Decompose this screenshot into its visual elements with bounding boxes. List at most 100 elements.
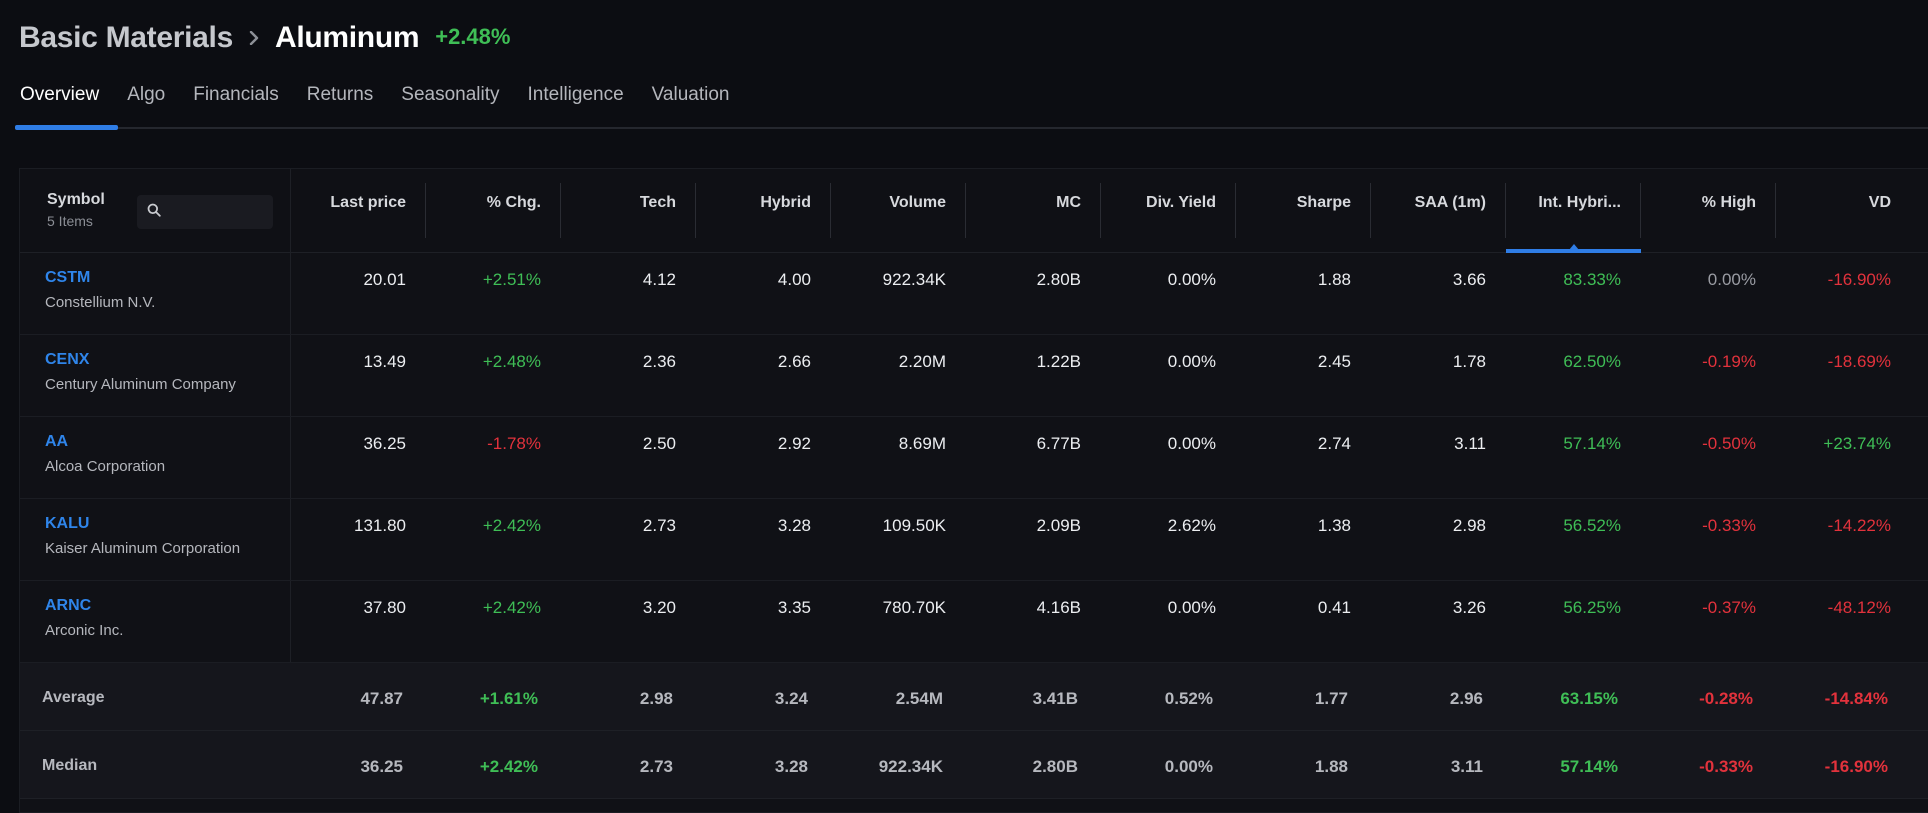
summary-row-average: Average 47.87 +1.61% 2.98 3.24 2.54M 3.41B 0.52… <box>20 663 1928 731</box>
breadcrumb: Basic Materials Aluminum +2.48% <box>19 18 510 58</box>
symbol-cell: ARNC Arconic Inc. <box>20 581 291 662</box>
table-cell: -0.33% <box>1702 516 1756 535</box>
table-row[interactable]: CSTM Constellium N.V. 20.01 +2.51% 4.12 4.00 9… <box>20 253 1928 335</box>
industry-table: Symbol 5 Items Last price % Chg. Tech Hybri… <box>19 168 1928 813</box>
table-row[interactable]: KALU Kaiser Aluminum Corporation 131.80 +2.… <box>20 499 1928 581</box>
company-name: Kaiser Aluminum Corporation <box>45 540 241 557</box>
tab-returns[interactable]: Returns <box>302 80 393 127</box>
table-cell: +2.42% <box>482 598 541 617</box>
company-name: Arconic Inc. <box>45 622 124 639</box>
table-cell: 2.66 <box>777 352 811 371</box>
table-cell: 3.20 <box>642 598 676 617</box>
summary-cell: 47.87 <box>360 689 403 708</box>
table-cell: 1.38 <box>1317 516 1351 535</box>
summary-cell: +1.61% <box>479 689 538 708</box>
search-input[interactable] <box>168 204 259 220</box>
summary-cell: 63.15% <box>1560 689 1618 708</box>
column-header-sharpe[interactable]: Sharpe <box>1236 169 1371 252</box>
sort-indicator-icon <box>1568 244 1579 250</box>
table-cell: -0.50% <box>1702 434 1756 453</box>
breadcrumb-parent[interactable]: Basic Materials <box>19 21 233 55</box>
tab-intelligence[interactable]: Intelligence <box>523 80 643 127</box>
table-cell: 2.92 <box>777 434 811 453</box>
table-row[interactable]: AA Alcoa Corporation 36.25 -1.78% 2.50 2.92 8.… <box>20 417 1928 499</box>
table-row[interactable]: CENX Century Aluminum Company 13.49 +2.48% 2… <box>20 335 1928 417</box>
table-cell: 62.50% <box>1563 352 1621 371</box>
summary-cell: +2.42% <box>479 757 538 776</box>
column-header-saa-1m[interactable]: SAA (1m) <box>1371 169 1506 252</box>
summary-label: Median <box>42 757 98 774</box>
tab-financials[interactable]: Financials <box>188 80 298 127</box>
table-cell: +2.51% <box>482 270 541 289</box>
symbol-header-label[interactable]: Symbol <box>47 191 105 209</box>
column-header-last-price[interactable]: Last price <box>291 169 426 252</box>
column-header-label: % High <box>1701 194 1756 211</box>
symbol-cell: KALU Kaiser Aluminum Corporation <box>20 499 291 580</box>
summary-cell: 3.28 <box>774 757 808 776</box>
table-cell: 0.00% <box>1167 270 1216 289</box>
table-cell: 2.73 <box>642 516 676 535</box>
column-header--chg[interactable]: % Chg. <box>426 169 561 252</box>
symbol-column-header: Symbol 5 Items <box>20 169 291 252</box>
ticker-link[interactable]: KALU <box>45 515 290 533</box>
column-header-label: % Chg. <box>486 194 541 211</box>
tab-valuation[interactable]: Valuation <box>647 80 749 127</box>
industry-change: +2.48% <box>435 24 511 49</box>
column-header-mc[interactable]: MC <box>966 169 1101 252</box>
table-cell: -16.90% <box>1827 270 1891 289</box>
summary-label: Average <box>42 689 105 706</box>
table-cell: 2.45 <box>1317 352 1351 371</box>
table-cell: 2.98 <box>1452 516 1486 535</box>
table-cell: 0.00% <box>1167 434 1216 453</box>
table-cell: 20.01 <box>363 270 406 289</box>
column-header-label: Div. Yield <box>1146 194 1216 211</box>
column-header-tech[interactable]: Tech <box>561 169 696 252</box>
table-cell: -14.22% <box>1827 516 1891 535</box>
chevron-right-icon <box>239 23 269 53</box>
table-row[interactable]: ARNC Arconic Inc. 37.80 +2.42% 3.20 3.35 780.7… <box>20 581 1928 663</box>
column-header-int-hybri[interactable]: Int. Hybri... <box>1506 169 1641 253</box>
ticker-link[interactable]: AA <box>45 433 290 451</box>
item-count: 5 Items <box>47 213 93 229</box>
table-cell: 2.36 <box>642 352 676 371</box>
summary-cell: 2.73 <box>639 757 673 776</box>
tab-seasonality[interactable]: Seasonality <box>396 80 518 127</box>
table-cell: 83.33% <box>1563 270 1621 289</box>
search-icon <box>147 203 161 222</box>
table-cell: 36.25 <box>363 434 406 453</box>
ticker-link[interactable]: CENX <box>45 351 290 369</box>
table-cell: 2.20M <box>898 352 946 371</box>
table-cell: -0.19% <box>1702 352 1756 371</box>
table-cell: 2.80B <box>1036 270 1081 289</box>
column-header-hybrid[interactable]: Hybrid <box>696 169 831 252</box>
search-box[interactable] <box>136 195 273 229</box>
summary-cell: 57.14% <box>1560 757 1618 776</box>
summary-cell: -16.90% <box>1824 757 1888 776</box>
table-cell: 3.66 <box>1452 270 1486 289</box>
column-header-div-yield[interactable]: Div. Yield <box>1101 169 1236 252</box>
column-header-vd[interactable]: VD <box>1776 169 1911 252</box>
column-header-volume[interactable]: Volume <box>831 169 966 252</box>
table-cell: 3.28 <box>777 516 811 535</box>
table-cell: 0.00% <box>1707 270 1756 289</box>
table-cell: 1.22B <box>1036 352 1081 371</box>
ticker-link[interactable]: ARNC <box>45 597 290 615</box>
table-cell: 4.00 <box>777 270 811 289</box>
column-header-label: Sharpe <box>1296 194 1351 211</box>
summary-cell: 0.00% <box>1164 757 1213 776</box>
summary-cell: 1.77 <box>1314 689 1348 708</box>
symbol-cell: CSTM Constellium N.V. <box>20 253 291 334</box>
tab-overview[interactable]: Overview <box>15 80 119 130</box>
table-cell: -18.69% <box>1827 352 1891 371</box>
company-name: Century Aluminum Company <box>45 376 236 393</box>
table-cell: 2.74 <box>1317 434 1351 453</box>
ticker-link[interactable]: CSTM <box>45 269 290 287</box>
summary-cell: 3.24 <box>774 689 808 708</box>
column-header-label: Int. Hybri... <box>1538 194 1621 211</box>
tab-algo[interactable]: Algo <box>122 80 184 127</box>
column-header--high[interactable]: % High <box>1641 169 1776 252</box>
column-header-label: Volume <box>889 194 946 211</box>
table-cell: 6.77B <box>1036 434 1081 453</box>
symbol-cell: CENX Century Aluminum Company <box>20 335 291 416</box>
summary-cell: 0.52% <box>1164 689 1213 708</box>
